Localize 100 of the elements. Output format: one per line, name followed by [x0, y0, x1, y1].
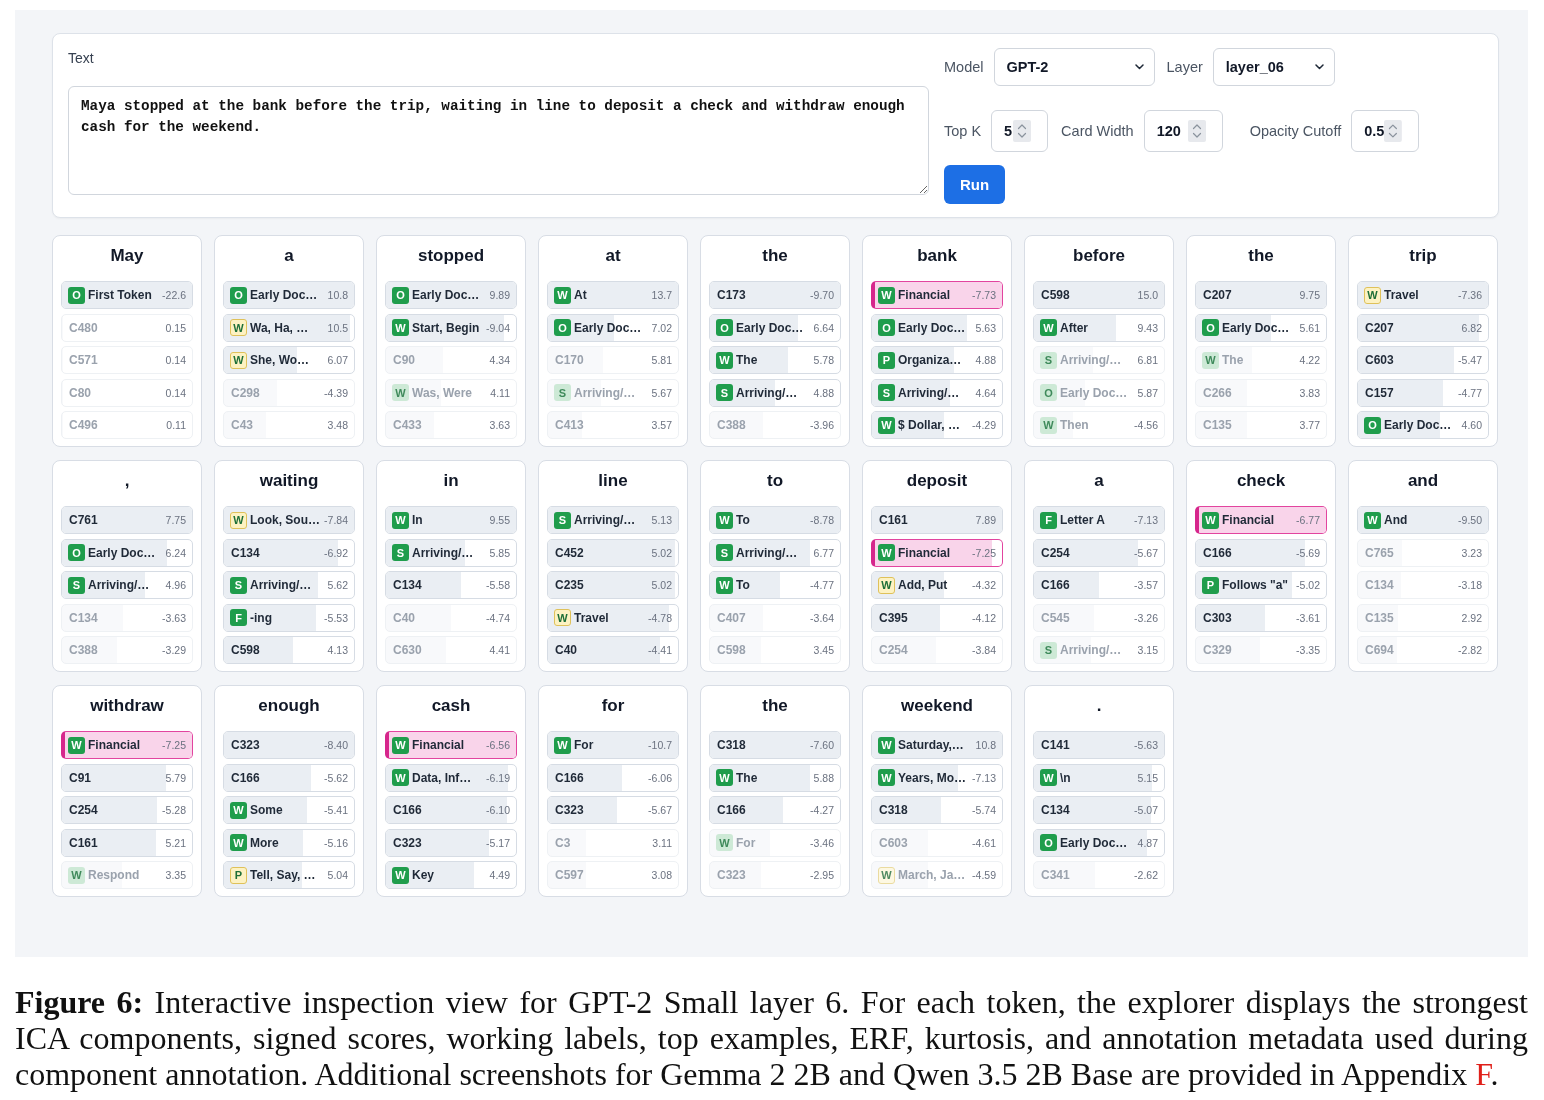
component-row[interactable]: W Look, Sou… -7.84 — [223, 506, 355, 534]
component-row[interactable]: C323 -5.67 — [547, 796, 679, 824]
component-row[interactable]: W Respond 3.35 — [61, 861, 193, 889]
component-row[interactable]: O Early Doc… 5.87 — [1033, 378, 1165, 407]
component-row[interactable]: W Some -5.41 — [223, 796, 355, 824]
component-row[interactable]: O Early Doc… 4.60 — [1357, 411, 1489, 439]
component-row[interactable]: P Follows "a" -5.02 — [1195, 571, 1327, 599]
number-input[interactable]: 0.5 — [1351, 110, 1420, 152]
component-row[interactable]: W \n 5.15 — [1033, 763, 1165, 792]
component-row[interactable]: C134 -5.58 — [385, 571, 517, 599]
component-row[interactable]: W To -4.77 — [709, 571, 841, 599]
component-row[interactable]: C395 -4.12 — [871, 603, 1003, 632]
component-row[interactable]: S Arriving/… 5.67 — [547, 378, 679, 407]
component-row[interactable]: W She, Wo… 6.07 — [223, 346, 355, 374]
component-row[interactable]: W Start, Begin -9.04 — [385, 313, 517, 342]
component-row[interactable]: W The 5.88 — [709, 763, 841, 792]
component-row[interactable]: O Early Doc… 10.8 — [223, 281, 355, 309]
component-row[interactable]: C207 6.82 — [1357, 313, 1489, 342]
component-row[interactable]: C545 -3.26 — [1033, 603, 1165, 632]
component-row[interactable]: W For -3.46 — [709, 828, 841, 857]
component-row[interactable]: C597 3.08 — [547, 861, 679, 889]
component-row[interactable]: C254 -5.67 — [1033, 538, 1165, 567]
component-row[interactable]: C166 -4.27 — [709, 796, 841, 824]
component-row[interactable]: C388 -3.96 — [709, 411, 841, 439]
component-row[interactable]: F -ing -5.53 — [223, 603, 355, 632]
number-input[interactable]: 120 — [1143, 110, 1223, 152]
component-row[interactable]: C166 -6.06 — [547, 763, 679, 792]
component-row[interactable]: W Key 4.49 — [385, 861, 517, 889]
component-row[interactable]: S Arriving/… 5.62 — [223, 571, 355, 599]
component-row[interactable]: C603 -4.61 — [871, 828, 1003, 857]
component-row[interactable]: W Travel -7.36 — [1357, 281, 1489, 309]
component-row[interactable]: O Early Doc… 6.24 — [61, 538, 193, 567]
component-row[interactable]: C603 -5.47 — [1357, 346, 1489, 374]
appendix-link[interactable]: F — [1475, 1056, 1491, 1092]
component-row[interactable]: C161 5.21 — [61, 828, 193, 857]
component-row[interactable]: C135 2.92 — [1357, 603, 1489, 632]
component-row[interactable]: O Early Doc… 7.02 — [547, 313, 679, 342]
dropdown-select[interactable]: layer_06 — [1212, 48, 1335, 86]
component-row[interactable]: O First Token -22.6 — [61, 281, 193, 309]
component-row[interactable]: W More -5.16 — [223, 828, 355, 857]
component-row[interactable]: C388 -3.29 — [61, 636, 193, 664]
component-row[interactable]: W Travel -4.78 — [547, 603, 679, 632]
component-row[interactable]: W March, Ja… -4.59 — [871, 861, 1003, 889]
component-row[interactable]: W At 13.7 — [547, 281, 679, 309]
component-row[interactable]: C318 -5.74 — [871, 796, 1003, 824]
component-row[interactable]: W Then -4.56 — [1033, 411, 1165, 439]
component-row[interactable]: C323 -2.95 — [709, 861, 841, 889]
component-row[interactable]: C480 0.15 — [61, 313, 193, 342]
component-row[interactable]: C40 -4.74 — [385, 603, 517, 632]
component-row[interactable]: C166 -3.57 — [1033, 571, 1165, 599]
component-row[interactable]: W After 9.43 — [1033, 313, 1165, 342]
component-row[interactable]: C170 5.81 — [547, 346, 679, 374]
component-row[interactable]: C598 3.45 — [709, 636, 841, 664]
component-row[interactable]: C452 5.02 — [547, 538, 679, 567]
component-row[interactable]: C571 0.14 — [61, 346, 193, 374]
component-row[interactable]: C166 -6.10 — [385, 796, 517, 824]
component-row[interactable]: W Add, Put -4.32 — [871, 571, 1003, 599]
component-row[interactable]: C630 4.41 — [385, 636, 517, 664]
component-row[interactable]: C598 4.13 — [223, 636, 355, 664]
component-row[interactable]: P Tell, Say, … 5.04 — [223, 861, 355, 889]
component-row[interactable]: C407 -3.64 — [709, 603, 841, 632]
component-row[interactable]: W Was, Were 4.11 — [385, 378, 517, 407]
component-row[interactable]: O Early Doc… 6.64 — [709, 313, 841, 342]
component-row[interactable]: P Organiza… 4.88 — [871, 346, 1003, 374]
component-row[interactable]: C323 -8.40 — [223, 731, 355, 759]
component-row[interactable]: C135 3.77 — [1195, 411, 1327, 439]
component-row[interactable]: W Financial -7.25 — [871, 538, 1003, 567]
component-row[interactable]: W The 5.78 — [709, 346, 841, 374]
component-row[interactable]: S Arriving/… 6.77 — [709, 538, 841, 567]
component-row[interactable]: C91 5.79 — [61, 763, 193, 792]
component-row[interactable]: W For -10.7 — [547, 731, 679, 759]
component-row[interactable]: C266 3.83 — [1195, 378, 1327, 407]
component-row[interactable]: C254 -3.84 — [871, 636, 1003, 664]
component-row[interactable]: S Arriving/… 4.88 — [709, 378, 841, 407]
component-row[interactable]: C207 9.75 — [1195, 281, 1327, 309]
component-row[interactable]: O Early Doc… 5.63 — [871, 313, 1003, 342]
component-row[interactable]: S Arriving/… 5.13 — [547, 506, 679, 534]
component-row[interactable]: C694 -2.82 — [1357, 636, 1489, 664]
component-row[interactable]: C3 3.11 — [547, 828, 679, 857]
component-row[interactable]: W Wa, Ha, … 10.5 — [223, 313, 355, 342]
component-row[interactable]: S Arriving/… 4.96 — [61, 571, 193, 599]
component-row[interactable]: C134 -3.63 — [61, 603, 193, 632]
component-row[interactable]: C329 -3.35 — [1195, 636, 1327, 664]
component-row[interactable]: C765 3.23 — [1357, 538, 1489, 567]
component-row[interactable]: W In 9.55 — [385, 506, 517, 534]
component-row[interactable]: C254 -5.28 — [61, 796, 193, 824]
component-row[interactable]: C134 -6.92 — [223, 538, 355, 567]
component-row[interactable]: W Saturday,… 10.8 — [871, 731, 1003, 759]
component-row[interactable]: S Arriving/… 5.85 — [385, 538, 517, 567]
component-row[interactable]: C318 -7.60 — [709, 731, 841, 759]
dropdown-select[interactable]: GPT-2 — [993, 48, 1155, 86]
component-row[interactable]: C341 -2.62 — [1033, 861, 1165, 889]
component-row[interactable]: C43 3.48 — [223, 411, 355, 439]
number-input[interactable]: 5 — [991, 110, 1049, 152]
component-row[interactable]: C235 5.02 — [547, 571, 679, 599]
component-row[interactable]: S Arriving/… 3.15 — [1033, 636, 1165, 664]
run-button[interactable]: Run — [944, 165, 1005, 204]
text-input[interactable]: Maya stopped at the bank before the trip, waiting in line to deposit a check and withdraw enough cash for the weekend. — [68, 86, 929, 195]
component-row[interactable]: C80 0.14 — [61, 378, 193, 407]
component-row[interactable]: W To -8.78 — [709, 506, 841, 534]
